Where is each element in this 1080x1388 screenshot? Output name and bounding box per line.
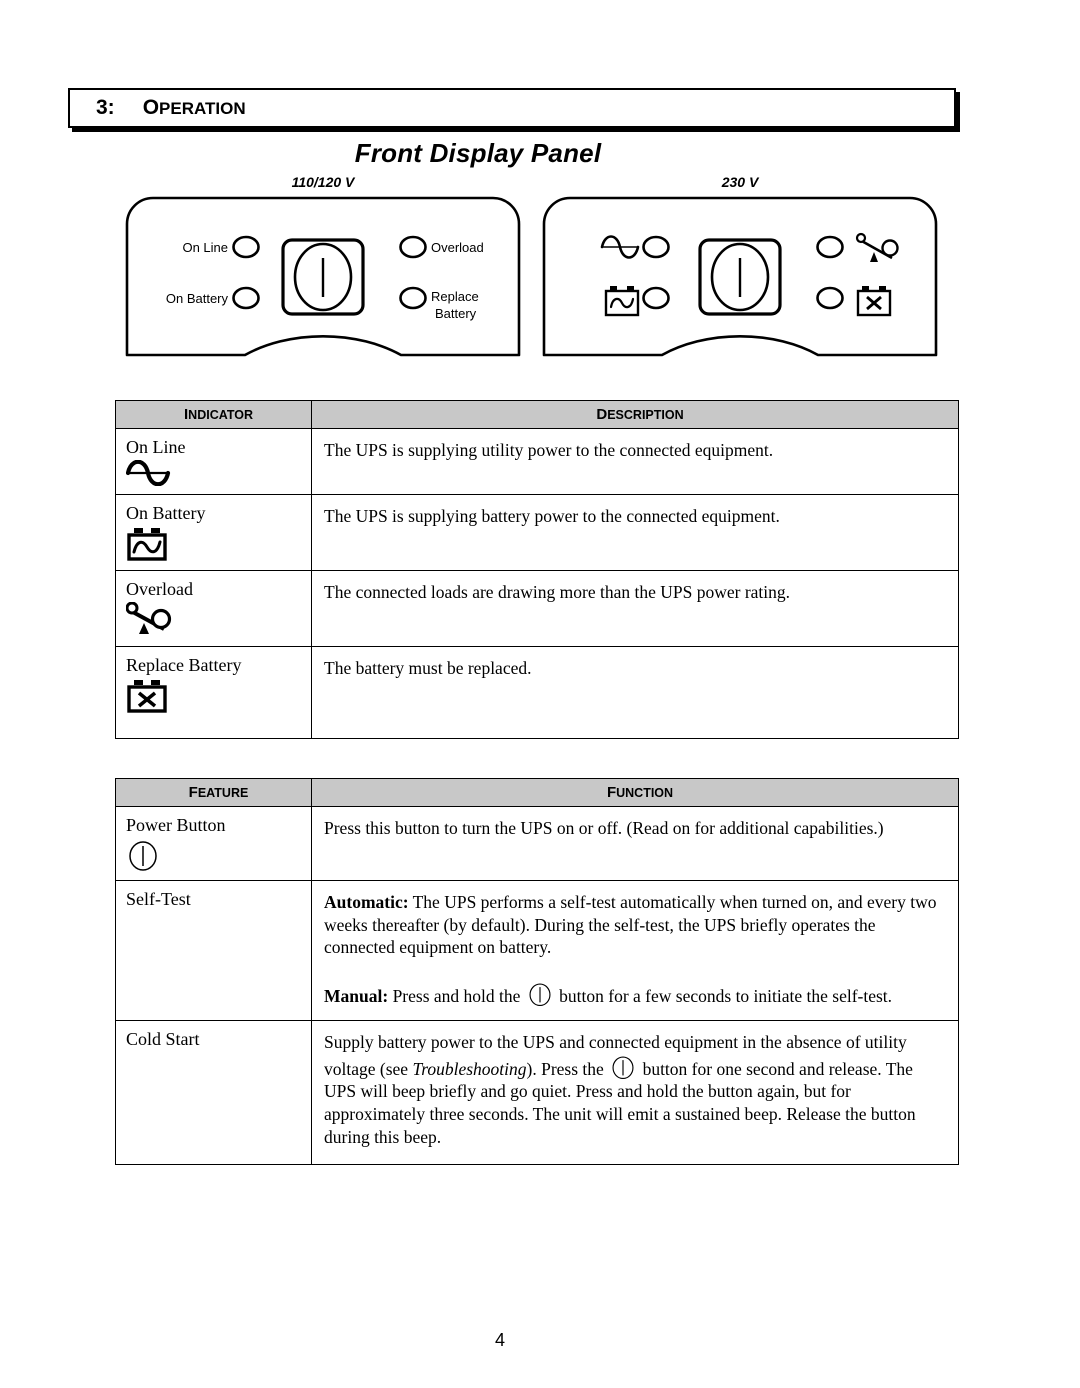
table-row: Replace Battery The battery must be repl… [115,645,959,739]
power-button-symbol [281,238,365,316]
automatic-label: Automatic: [324,891,409,912]
table-row: Overload The connected loads are drawing… [115,569,959,647]
column-header-description: DESCRIPTION [311,400,959,429]
indicator-label: On Battery [126,503,206,523]
feature-label: Cold Start [126,1028,200,1049]
table-header-row: FEATURE FUNCTION [115,778,959,807]
battery-x-icon [856,286,892,317]
table-row: On Line The UPS is supplying utility pow… [115,428,959,495]
indicator-description: The connected loads are drawing more tha… [324,581,791,602]
panel-diagram-110-120v: 110/120 V On Line On Battery Overload Re… [123,172,523,367]
feature-description-cell-cold-start: Supply battery power to the UPS and conn… [311,1019,959,1165]
power-button-symbol [527,981,553,1007]
description-header-initial: D [596,406,608,423]
indicator-description-cell-replace-battery: The battery must be replaced. [311,645,959,739]
cold-start-text-2: ). Press the [526,1058,609,1079]
self-test-automatic-paragraph: Automatic: The UPS performs a self-test … [324,891,946,959]
indicator-description-cell-on-battery: The UPS is supplying battery power to th… [311,494,959,571]
page-number: 4 [494,1330,505,1350]
indicator-description: The battery must be replaced. [324,657,532,678]
power-button-symbol [610,1054,636,1080]
indicator-label-cell-overload: Overload [115,569,312,647]
svg-text:On Line: On Line [182,240,228,255]
feature-table: FEATURE FUNCTION Power Button Press this… [115,778,959,1165]
manual-text-before: Press and hold the [388,986,525,1007]
table-row: On Battery The UPS is supplying battery … [115,494,959,571]
battery-x-icon [126,678,311,714]
battery-sine-icon [604,286,640,317]
power-button-symbol [698,238,782,316]
indicator-table: INDICATOR DESCRIPTION On Line The UPS is… [115,400,959,739]
svg-text:Replace: Replace [431,289,479,304]
svg-text:Battery: Battery [435,306,477,321]
cold-start-paragraph: Supply battery power to the UPS and conn… [324,1031,946,1149]
chapter-title-rest: PERATION [159,99,246,118]
indicator-label-cell-on-line: On Line [115,428,312,495]
feature-header-initial: F [188,784,198,801]
feature-label-cell-power-button: Power Button [115,806,312,881]
automatic-text: The UPS performs a self-test automatical… [324,891,937,958]
troubleshooting-reference: Troubleshooting [412,1058,527,1079]
indicator-description-cell-overload: The connected loads are drawing more tha… [311,569,959,647]
function-header-initial: F [606,784,617,801]
feature-label-cell-cold-start: Cold Start [115,1019,312,1165]
indicator-description-cell-on-line: The UPS is supplying utility power to th… [311,428,959,495]
column-header-indicator: INDICATOR [115,400,312,429]
svg-text:Overload: Overload [431,240,484,255]
indicator-description: The UPS is supplying utility power to th… [324,440,774,460]
table-row: Self-Test Automatic: The UPS performs a … [115,879,959,1021]
front-display-panel-diagrams: 110/120 V On Line On Battery Overload Re… [118,172,958,367]
indicator-label: Replace Battery [126,654,242,675]
feature-label: Self-Test [126,888,191,909]
table-row: Cold Start Supply battery power to the U… [115,1019,959,1165]
indicator-label: On Line [126,437,186,457]
indicator-label-cell-replace-battery: Replace Battery [115,645,312,739]
panel-graphic-110-120v: On Line On Battery Overload Replace Batt… [123,194,523,359]
table-header-row: INDICATOR DESCRIPTION [115,400,959,429]
manual-text-after: button for a few seconds to initiate the… [554,986,893,1007]
indicator-label-cell-on-battery: On Battery [115,494,312,571]
feature-label-cell-self-test: Self-Test [115,879,312,1021]
table-row: Power Button Press this button to turn t… [115,806,959,881]
column-header-function: FUNCTION [311,778,959,807]
feature-description: Press this button to turn the UPS on or … [324,818,884,838]
panel-caption-230v: 230 V [721,174,759,190]
feature-description-cell-self-test: Automatic: The UPS performs a self-test … [311,879,959,1021]
chapter-header-bar: 3: OPERATION [68,88,956,128]
chapter-title: OPERATION [143,96,246,120]
battery-sine-icon [126,526,311,562]
chapter-number: 3: [96,96,115,119]
overload-scale-icon [126,601,311,638]
sine-wave-icon [126,459,311,486]
indicator-description: The UPS is supplying battery power to th… [324,506,780,526]
panel-diagram-230v: 230 V [540,172,940,367]
panel-caption-110-120v: 110/120 V [291,174,355,190]
feature-header-rest: EATURE [197,786,249,800]
indicator-label: Overload [126,578,193,599]
feature-description-cell-power-button: Press this button to turn the UPS on or … [311,806,959,881]
column-header-feature: FEATURE [115,778,312,807]
function-header-rest: UNCTION [616,786,674,800]
feature-label: Power Button [126,815,226,835]
svg-text:On Battery: On Battery [166,291,229,306]
section-title: Front Display Panel [354,138,602,168]
manual-label: Manual: [324,986,389,1007]
power-button-symbol [126,838,311,872]
chapter-title-initial: O [142,96,160,119]
indicator-header-rest: NDICATOR [188,408,253,422]
self-test-manual-paragraph: Manual: Press and hold the button for a … [324,981,946,1008]
description-header-rest: ESCRIPTION [607,408,684,422]
panel-graphic-230v [540,194,940,359]
